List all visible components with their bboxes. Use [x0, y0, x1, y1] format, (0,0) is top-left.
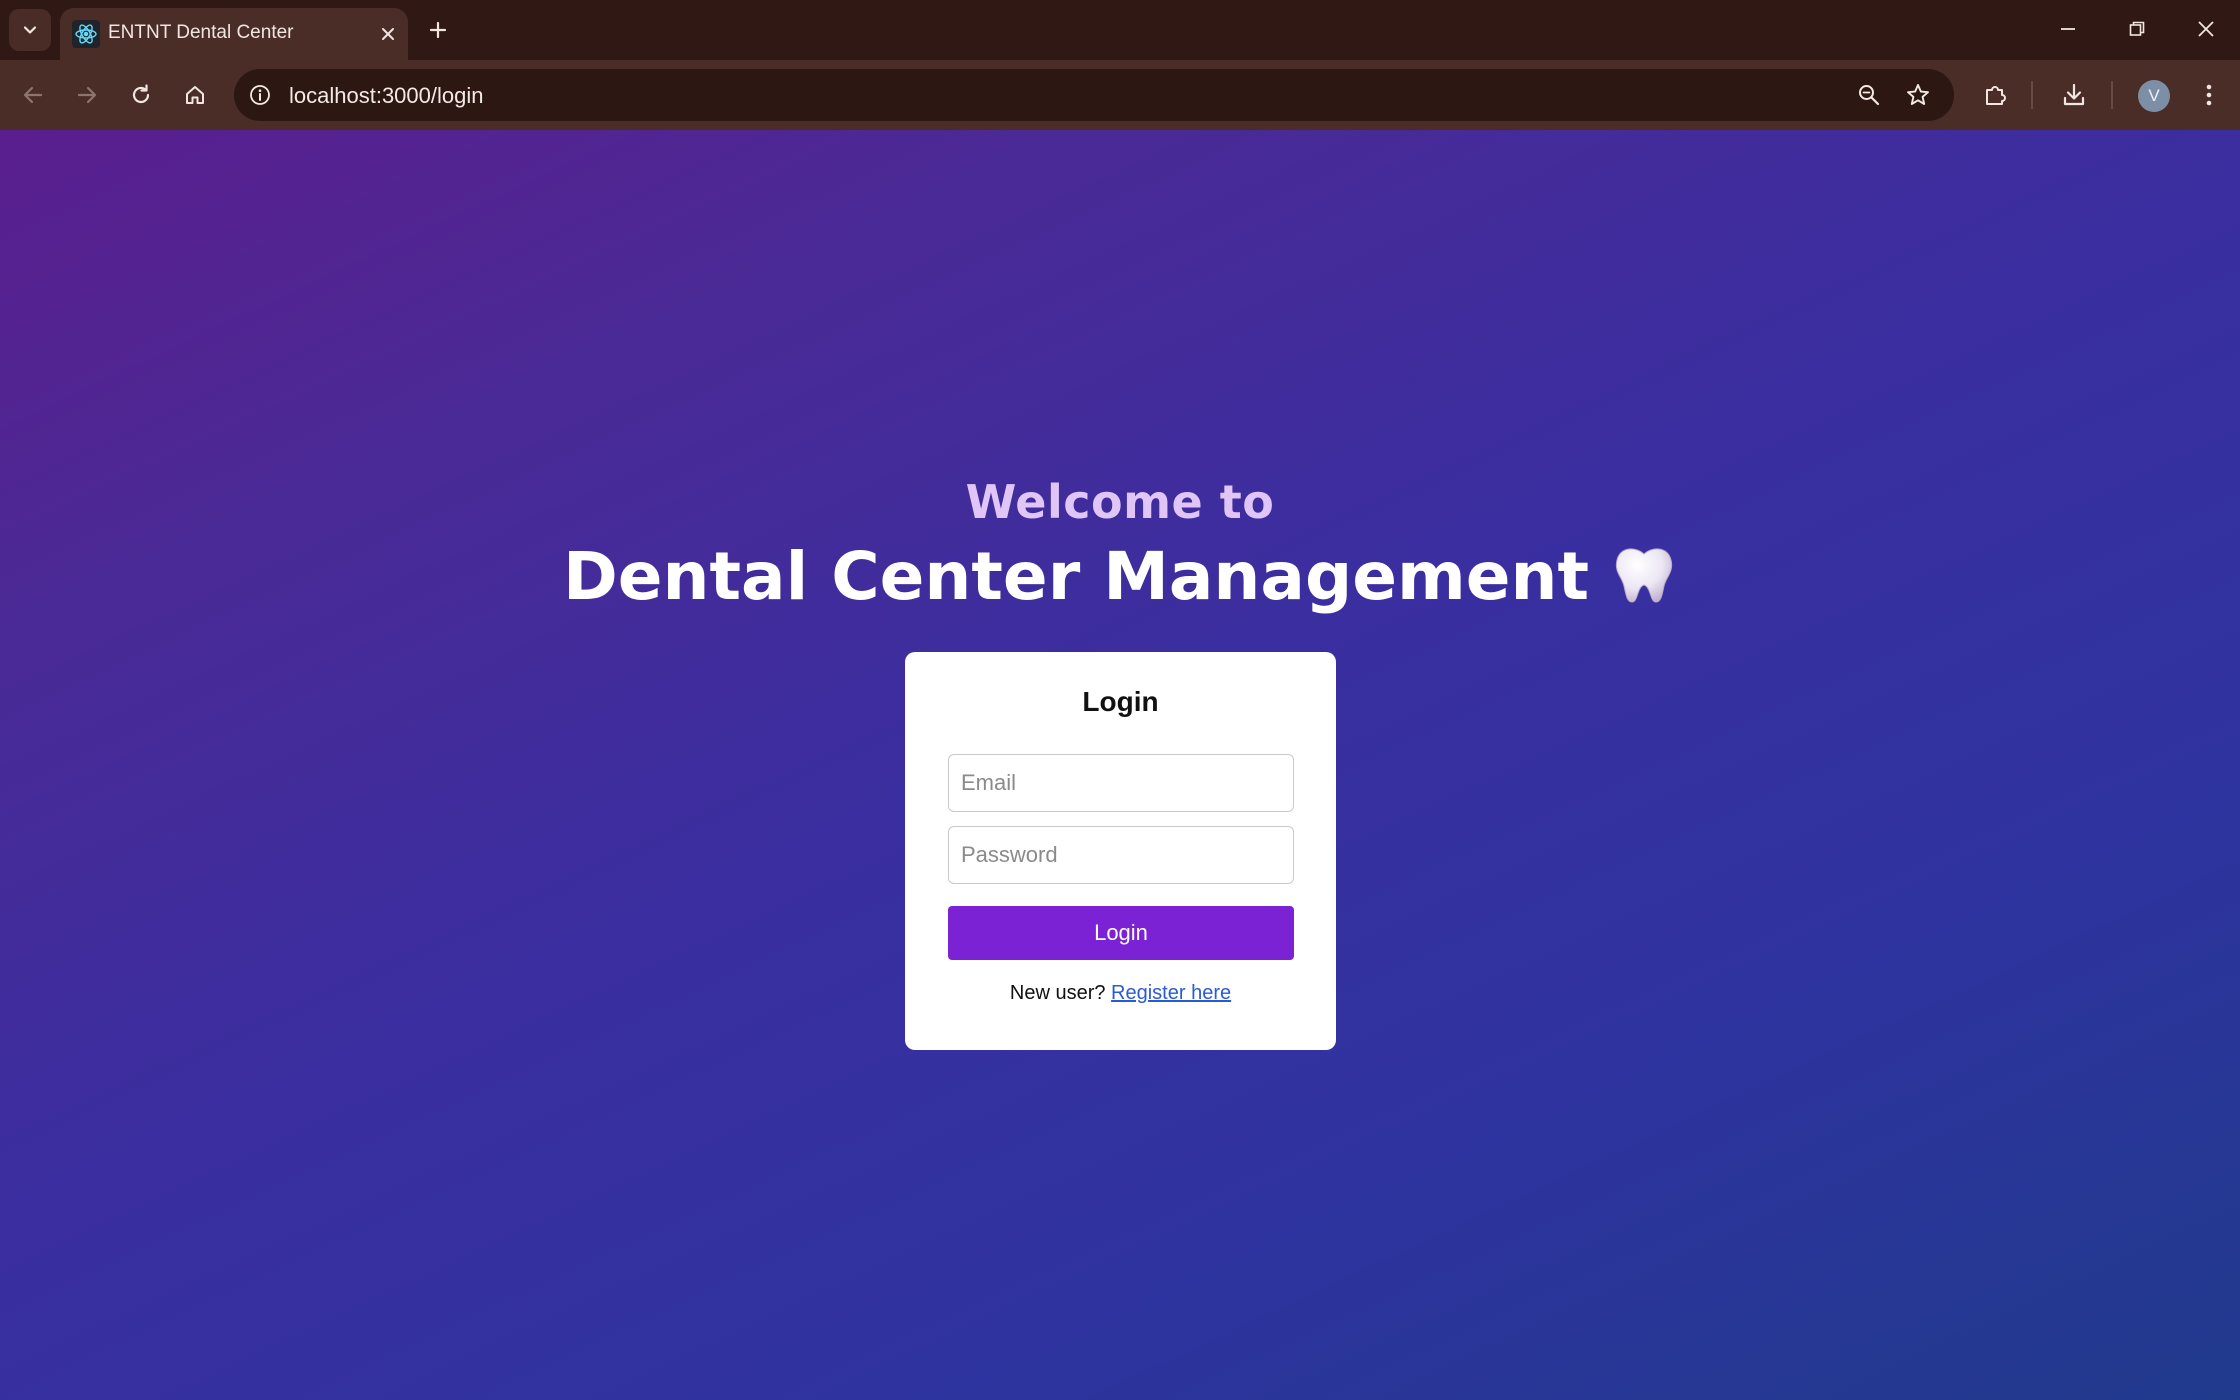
- tab-close-button[interactable]: [374, 20, 402, 48]
- address-url: localhost:3000/login: [289, 83, 484, 108]
- close-icon: [382, 28, 394, 40]
- back-button[interactable]: [13, 75, 53, 115]
- zoom-icon[interactable]: [1856, 82, 1882, 108]
- page-viewport: Welcome to Dental Center Management Logi…: [0, 130, 2240, 1400]
- new-tab-button[interactable]: [420, 12, 456, 48]
- new-user-text: New user?: [1009, 982, 1106, 1004]
- home-button[interactable]: [175, 75, 215, 115]
- restore-icon: [2129, 21, 2145, 36]
- app-title: Dental Center Management: [0, 538, 2240, 615]
- minimize-icon: [2061, 28, 2075, 30]
- extensions-button[interactable]: [1975, 75, 2015, 115]
- forward-button[interactable]: [67, 75, 107, 115]
- login-title: Login: [1082, 686, 1159, 717]
- restore-button[interactable]: [2103, 0, 2171, 58]
- bookmark-star-icon[interactable]: [1905, 82, 1931, 108]
- downloads-button[interactable]: [2054, 75, 2094, 115]
- reload-button[interactable]: [121, 75, 161, 115]
- register-link[interactable]: Register here: [1111, 982, 1231, 1004]
- tooth-icon: [1615, 548, 1673, 603]
- password-field[interactable]: [948, 826, 1294, 884]
- home-icon: [186, 86, 204, 104]
- browser-tab-active[interactable]: ENTNT Dental Center: [60, 8, 408, 60]
- arrow-left-icon: [23, 86, 43, 104]
- close-icon: [2198, 21, 2214, 37]
- site-info-icon[interactable]: [249, 84, 271, 106]
- login-button[interactable]: Login: [948, 906, 1294, 960]
- plus-icon: [429, 21, 447, 39]
- browser-menu-button[interactable]: [2189, 75, 2229, 115]
- chevron-down-icon: [23, 26, 37, 34]
- address-bar[interactable]: localhost:3000/login: [234, 69, 1954, 121]
- browser-titlebar: ENTNT Dental Center: [0, 0, 2240, 60]
- login-card: Login Login New user? Register here: [905, 652, 1336, 1050]
- toolbar-divider: [2031, 81, 2033, 109]
- more-vertical-icon: [2206, 84, 2212, 106]
- tab-search-button[interactable]: [9, 9, 51, 51]
- register-prompt: New user? Register here: [905, 982, 1336, 1005]
- minimize-button[interactable]: [2034, 0, 2102, 58]
- profile-avatar[interactable]: V: [2138, 80, 2170, 112]
- app-title-text: Dental Center Management: [562, 538, 1590, 615]
- browser-toolbar: localhost:3000/login: [0, 60, 2240, 130]
- arrow-right-icon: [77, 86, 97, 104]
- reload-icon: [132, 84, 150, 104]
- tab-title: ENTNT Dental Center: [108, 22, 294, 43]
- react-logo-icon: [72, 20, 100, 48]
- puzzle-icon: [1986, 86, 2006, 105]
- email-field[interactable]: [948, 754, 1294, 812]
- toolbar-divider: [2111, 81, 2113, 109]
- window-close-button[interactable]: [2172, 0, 2240, 58]
- download-icon: [2063, 83, 2085, 106]
- welcome-heading: Welcome to: [965, 475, 1275, 529]
